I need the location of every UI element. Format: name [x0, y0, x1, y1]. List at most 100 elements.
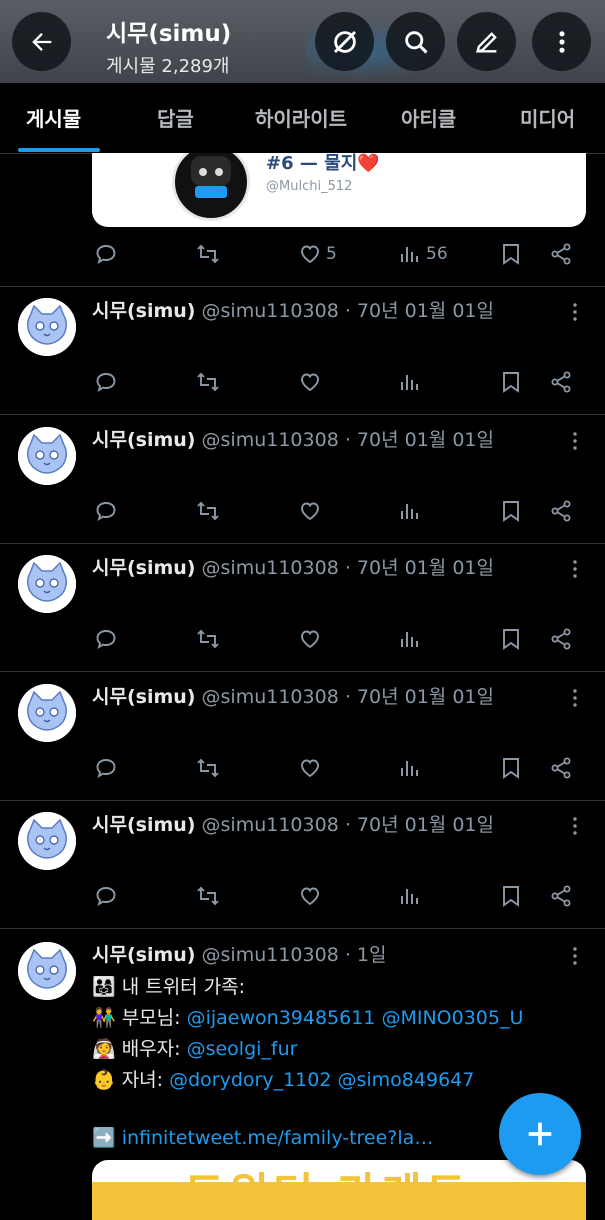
avatar[interactable] — [18, 684, 76, 742]
avatar[interactable] — [18, 555, 76, 613]
reply-icon — [96, 502, 116, 521]
tab-highlights[interactable]: 하이라이트 — [255, 103, 347, 132]
timestamp[interactable]: · 70년 01월 01일 — [345, 300, 494, 322]
display-name[interactable]: 시무(simu) — [92, 557, 195, 579]
more-options-button[interactable] — [532, 12, 591, 71]
tab-media[interactable]: 미디어 — [520, 103, 575, 132]
bookmark-button[interactable] — [500, 242, 522, 266]
avatar[interactable] — [18, 812, 76, 870]
views-button[interactable] — [398, 499, 422, 523]
display-name[interactable]: 시무(simu) — [92, 944, 195, 966]
timestamp[interactable]: · 70년 01월 01일 — [345, 686, 494, 708]
username[interactable]: @simu110308 — [202, 300, 339, 322]
display-name[interactable]: 시무(simu) — [92, 300, 195, 322]
bookmark-button[interactable] — [500, 370, 522, 394]
tab-posts[interactable]: 게시물 — [26, 103, 81, 132]
bookmark-button[interactable] — [500, 499, 522, 523]
avatar[interactable] — [18, 942, 76, 1000]
repost-button[interactable] — [195, 370, 221, 394]
post-actions — [0, 366, 605, 406]
username[interactable]: @simu110308 — [202, 944, 339, 966]
divider — [0, 543, 605, 544]
repost-icon — [197, 758, 219, 778]
like-button[interactable] — [298, 884, 322, 908]
divider — [0, 414, 605, 415]
display-name[interactable]: 시무(simu) — [92, 686, 195, 708]
bookmark-button[interactable] — [500, 627, 522, 651]
bookmark-button[interactable] — [500, 756, 522, 780]
display-name[interactable]: 시무(simu) — [92, 814, 195, 836]
views-button[interactable] — [398, 370, 422, 394]
post-more-button[interactable] — [568, 816, 582, 840]
share-button[interactable] — [549, 499, 573, 523]
username[interactable]: @simu110308 — [202, 557, 339, 579]
back-button[interactable] — [12, 12, 71, 71]
post-more-button[interactable] — [568, 302, 582, 326]
share-button[interactable] — [549, 627, 573, 651]
tab-articles[interactable]: 아티클 — [401, 103, 456, 132]
repost-button[interactable] — [195, 499, 221, 523]
post-more-button[interactable] — [568, 431, 582, 455]
views-button[interactable] — [398, 884, 422, 908]
post-text-children: 👶 자녀: @dorydory_1102 @simo849647 — [92, 1065, 474, 1092]
edit-button[interactable] — [457, 12, 516, 71]
reply-button[interactable] — [94, 884, 118, 908]
quoted-post-card[interactable]: #6 — 물지❤️ @Mulchi_512 — [92, 153, 586, 227]
avatar[interactable] — [18, 298, 76, 356]
post-more-button[interactable] — [568, 559, 582, 583]
like-button[interactable] — [298, 627, 322, 651]
grok-button[interactable] — [315, 12, 374, 71]
profile-header: 시무(simu) 게시물 2,289개 — [0, 0, 605, 83]
views-icon — [401, 375, 418, 390]
reply-icon — [96, 630, 116, 649]
search-button[interactable] — [386, 12, 445, 71]
tab-replies[interactable]: 답글 — [157, 103, 194, 132]
compose-button[interactable] — [499, 1093, 581, 1175]
like-button[interactable] — [298, 370, 322, 394]
bookmark-button[interactable] — [500, 884, 522, 908]
share-button[interactable] — [549, 884, 573, 908]
username[interactable]: @simu110308 — [202, 814, 339, 836]
repost-button[interactable] — [195, 884, 221, 908]
mention-link[interactable]: @ijaewon39485611 — [187, 1007, 376, 1029]
reply-button[interactable] — [94, 370, 118, 394]
views-button[interactable] — [398, 627, 422, 651]
mention-link[interactable]: @simo849647 — [338, 1069, 475, 1091]
timestamp[interactable]: · 70년 01월 01일 — [345, 557, 494, 579]
like-button[interactable] — [298, 756, 322, 780]
share-button[interactable] — [549, 242, 573, 266]
divider — [0, 671, 605, 672]
timestamp[interactable]: · 70년 01월 01일 — [345, 814, 494, 836]
repost-button[interactable] — [195, 242, 221, 266]
display-name[interactable]: 시무(simu) — [92, 429, 195, 451]
avatar[interactable] — [18, 427, 76, 485]
repost-icon — [197, 244, 219, 264]
timestamp[interactable]: · 70년 01월 01일 — [345, 429, 494, 451]
link-preview-card[interactable]: 트위터 가계도 — [92, 1160, 586, 1220]
reply-button[interactable] — [94, 242, 118, 266]
timestamp[interactable]: · 1일 — [345, 944, 387, 966]
like-button[interactable] — [298, 499, 322, 523]
external-link[interactable]: infinitetweet.me/family-tree?la… — [122, 1127, 434, 1149]
mention-link[interactable]: @dorydory_1102 — [169, 1069, 331, 1091]
share-button[interactable] — [549, 370, 573, 394]
bookmark-icon — [503, 758, 519, 779]
username[interactable]: @simu110308 — [202, 429, 339, 451]
bookmark-icon — [503, 629, 519, 650]
post-more-button[interactable] — [568, 688, 582, 712]
heart-icon — [301, 373, 319, 392]
preview-title: 트위터 가계도 — [184, 1169, 471, 1220]
username[interactable]: @simu110308 — [202, 686, 339, 708]
post-more-button[interactable] — [568, 946, 582, 970]
views-button[interactable]: 56 — [398, 242, 448, 266]
reply-button[interactable] — [94, 499, 118, 523]
repost-button[interactable] — [195, 627, 221, 651]
mention-link[interactable]: @MINO0305_U — [381, 1007, 523, 1029]
reply-button[interactable] — [94, 756, 118, 780]
mention-link[interactable]: @seolgi_fur — [187, 1038, 298, 1060]
views-button[interactable] — [398, 756, 422, 780]
share-button[interactable] — [549, 756, 573, 780]
like-button[interactable]: 5 — [298, 242, 337, 266]
reply-button[interactable] — [94, 627, 118, 651]
repost-button[interactable] — [195, 756, 221, 780]
